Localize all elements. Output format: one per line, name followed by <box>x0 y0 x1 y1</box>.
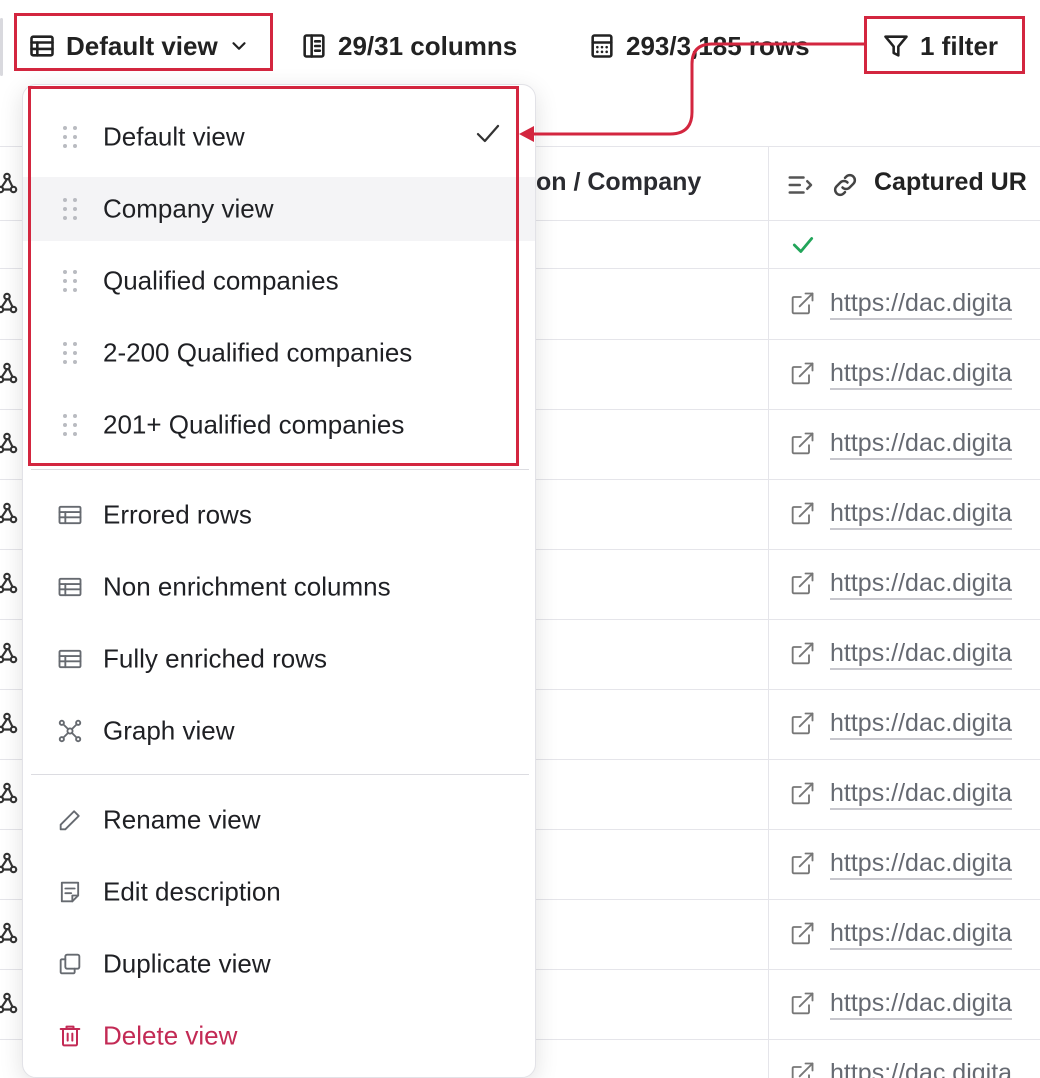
external-link-icon[interactable] <box>788 500 816 533</box>
preset-view-label: Graph view <box>103 715 235 746</box>
view-selector-button[interactable]: Default view <box>28 26 250 66</box>
captured-url-link[interactable]: https://dac.digita <box>830 988 1013 1020</box>
view-dropdown-menu: Default view Company view Qualified compan… <box>22 84 536 1078</box>
captured-url-link[interactable]: https://dac.digita <box>830 498 1013 530</box>
menu-divider <box>31 774 529 775</box>
saved-view-label: Qualified companies <box>103 265 339 296</box>
captured-url-link[interactable]: https://dac.digita <box>830 358 1013 390</box>
webhook-icon <box>0 568 20 603</box>
preset-view-label: Non enrichment columns <box>103 571 391 602</box>
webhook-icon <box>0 848 20 883</box>
filter-label: 1 filter <box>920 30 999 61</box>
preset-view-item[interactable]: Non enrichment columns <box>23 555 535 619</box>
toolbar: Default view 29/31 columns 293/3,185 row… <box>0 0 1040 92</box>
columns-button[interactable]: 29/31 columns <box>300 26 517 66</box>
external-link-icon[interactable] <box>788 780 816 813</box>
external-link-icon[interactable] <box>788 360 816 393</box>
edit-description-item[interactable]: Edit description <box>23 860 535 924</box>
drag-handle-icon[interactable] <box>55 410 85 440</box>
saved-view-item[interactable]: Company view <box>23 177 535 241</box>
external-link-icon[interactable] <box>788 850 816 883</box>
external-link-icon[interactable] <box>788 710 816 743</box>
delete-view-item[interactable]: Delete view <box>23 1004 535 1068</box>
note-icon <box>55 877 85 907</box>
duplicate-view-item[interactable]: Duplicate view <box>23 932 535 996</box>
action-label: Rename view <box>103 804 261 835</box>
columns-label: 29/31 columns <box>338 30 518 61</box>
preset-view-label: Fully enriched rows <box>103 643 327 674</box>
external-link-icon[interactable] <box>788 920 816 953</box>
drag-handle-icon[interactable] <box>55 338 85 368</box>
column-header-company[interactable]: on / Company <box>536 168 701 197</box>
rename-view-item[interactable]: Rename view <box>23 788 535 852</box>
captured-url-link[interactable]: https://dac.digita <box>830 708 1013 740</box>
preset-view-item[interactable]: Fully enriched rows <box>23 627 535 691</box>
drag-handle-icon[interactable] <box>55 266 85 296</box>
action-label: Duplicate view <box>103 948 271 979</box>
captured-url-link[interactable]: https://dac.digita <box>830 288 1013 320</box>
webhook-icon <box>0 708 20 743</box>
table-icon <box>30 35 54 57</box>
table-icon <box>55 500 85 530</box>
external-link-icon[interactable] <box>788 1060 816 1078</box>
filter-icon <box>884 35 908 57</box>
captured-url-link[interactable]: https://dac.digita <box>830 1058 1012 1078</box>
captured-url-link[interactable]: https://dac.digita <box>830 428 1013 460</box>
preset-view-label: Errored rows <box>103 499 252 530</box>
saved-view-label: Company view <box>103 193 274 224</box>
sort-lines-icon <box>788 176 813 194</box>
webhook-icon <box>0 778 20 813</box>
captured-url-link[interactable]: https://dac.digita <box>830 778 1013 810</box>
check-icon <box>792 237 814 253</box>
view-selector-label: Default view <box>66 30 218 61</box>
external-link-icon[interactable] <box>788 290 816 323</box>
saved-view-label: 201+ Qualified companies <box>103 409 405 440</box>
trash-icon <box>55 1021 85 1051</box>
saved-view-label: 2-200 Qualified companies <box>103 337 413 368</box>
preset-view-item[interactable]: Errored rows <box>23 483 535 547</box>
graph-icon <box>55 716 85 746</box>
webhook-icon <box>0 918 20 953</box>
webhook-icon <box>0 638 20 673</box>
saved-view-item[interactable]: 201+ Qualified companies <box>23 393 535 457</box>
columns-icon <box>303 34 325 58</box>
drag-handle-icon[interactable] <box>55 194 85 224</box>
captured-url-link[interactable]: https://dac.digita <box>830 568 1013 600</box>
webhook-icon <box>0 428 20 463</box>
chevron-down-icon <box>232 42 246 50</box>
calculator-icon <box>591 34 613 58</box>
table-icon <box>55 572 85 602</box>
saved-view-label: Default view <box>103 121 245 152</box>
checkmark-icon <box>473 119 503 156</box>
preset-view-item[interactable]: Graph view <box>23 699 535 763</box>
rows-button[interactable]: 293/3,185 rows <box>588 26 810 66</box>
external-link-icon[interactable] <box>788 570 816 603</box>
saved-view-item[interactable]: 2-200 Qualified companies <box>23 321 535 385</box>
pencil-icon <box>55 805 85 835</box>
link-icon <box>833 173 857 197</box>
captured-url-link[interactable]: https://dac.digita <box>830 638 1013 670</box>
webhook-icon <box>0 358 20 393</box>
duplicate-icon <box>55 949 85 979</box>
column-header-captured-url[interactable]: Captured UR <box>874 168 1027 197</box>
external-link-icon[interactable] <box>788 640 816 673</box>
action-label: Edit description <box>103 876 281 907</box>
captured-url-link[interactable]: https://dac.digita <box>830 848 1013 880</box>
toolbar-left-edge <box>0 18 3 76</box>
menu-divider <box>31 469 529 470</box>
drag-handle-icon[interactable] <box>55 122 85 152</box>
filter-button[interactable]: 1 filter <box>882 26 998 66</box>
external-link-icon[interactable] <box>788 990 816 1023</box>
saved-view-item[interactable]: Qualified companies <box>23 249 535 313</box>
external-link-icon[interactable] <box>788 430 816 463</box>
table-icon <box>55 644 85 674</box>
rows-label: 293/3,185 rows <box>626 30 810 61</box>
action-label: Delete view <box>103 1020 238 1051</box>
saved-view-item[interactable]: Default view <box>23 105 535 169</box>
webhook-icon <box>0 988 20 1023</box>
webhook-icon <box>0 288 20 323</box>
captured-url-link[interactable]: https://dac.digita <box>830 918 1013 950</box>
webhook-icon <box>0 498 20 533</box>
webhook-icon <box>0 168 20 203</box>
